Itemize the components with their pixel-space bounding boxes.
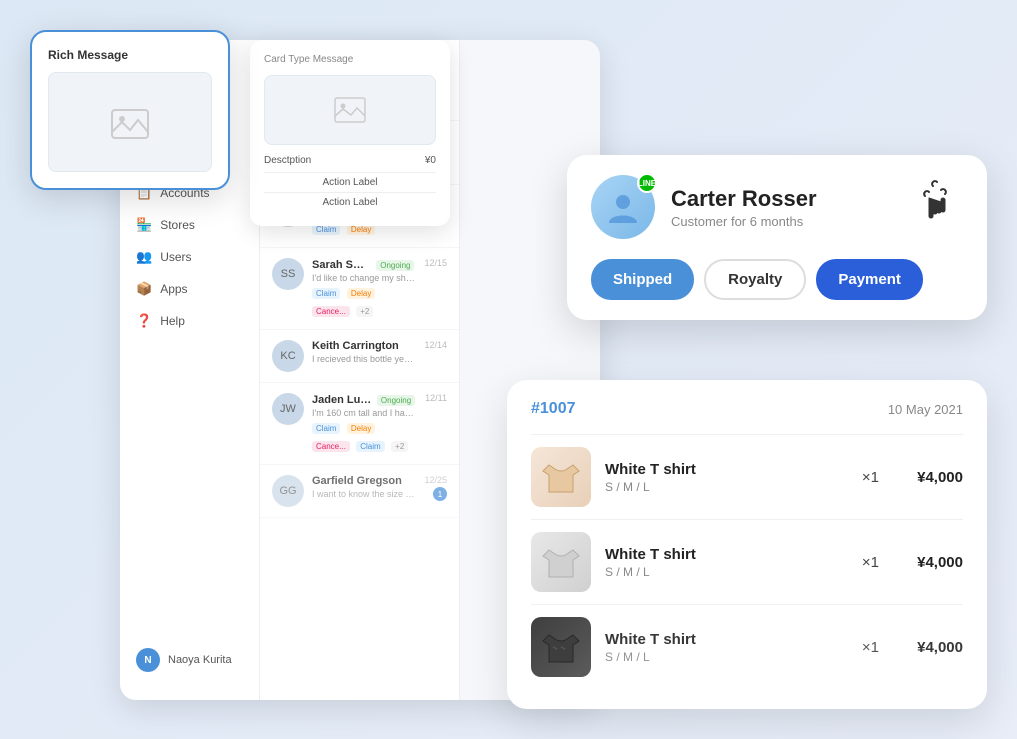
avatar: JW (272, 393, 304, 425)
unread-badge: 1 (433, 487, 447, 501)
apps-icon: 📦 (136, 281, 152, 297)
users-icon: 👥 (136, 249, 152, 265)
order-date: 10 May 2021 (888, 402, 963, 417)
rich-message-card: Rich Message (30, 30, 230, 190)
avatar: N (136, 648, 160, 672)
item-name: White T shirt (605, 461, 848, 478)
sidebar-item-stores[interactable]: 🏪 Stores (120, 209, 259, 241)
person-icon (605, 189, 641, 225)
tag-claim: Claim (312, 288, 340, 299)
rich-message-image (48, 72, 212, 172)
item-price: ¥4,000 (893, 469, 963, 486)
sidebar-item-label-apps: Apps (160, 282, 187, 296)
sidebar-item-help[interactable]: ❓ Help (120, 305, 259, 337)
card-image-placeholder-icon (334, 94, 366, 126)
chat-preview: I want to know the size that th... (312, 489, 416, 499)
item-variants: S / M / L (605, 480, 848, 494)
order-id: #1007 (531, 400, 576, 418)
item-name: White T shirt (605, 631, 848, 648)
chat-preview: I'd like to change my sheet ad... (312, 273, 416, 283)
chat-time: 12/25 (424, 475, 447, 485)
action-label-1[interactable]: Action Label (264, 172, 436, 192)
tag-claim: Claim (312, 423, 340, 434)
chat-preview: I'm 160 cm tall and I have a wi... (312, 408, 417, 418)
sidebar-item-apps[interactable]: 📦 Apps (120, 273, 259, 305)
list-item[interactable]: SS Sarah Smythe Ongoing I'd like to chan… (260, 248, 459, 330)
card-type-image (264, 75, 436, 145)
item-qty: ×1 (862, 554, 879, 571)
customer-since: Customer for 6 months (671, 214, 897, 229)
order-item: White T shirt S / M / L ×1 ¥4,000 (531, 434, 963, 519)
sidebar-item-label-stores: Stores (160, 218, 195, 232)
image-placeholder-icon (110, 102, 150, 142)
item-price: ¥4,000 (893, 554, 963, 571)
list-item[interactable]: KC Keith Carrington I recieved this bott… (260, 330, 459, 383)
sidebar-item-label-users: Users (160, 250, 191, 264)
tag-ongoing: Ongoing (377, 395, 415, 406)
action-buttons: Shipped Royalty Payment (591, 259, 963, 300)
rich-message-title: Rich Message (48, 48, 212, 62)
tag-delay: Delay (347, 288, 375, 299)
avatar: SS (272, 258, 304, 290)
sidebar-user-name: Naoya Kurita (168, 654, 232, 666)
line-badge: LINE (637, 173, 657, 193)
order-item: White T shirt S / M / L ×1 ¥4,000 (531, 519, 963, 604)
chat-name: Jaden Ludovic Willis (312, 394, 373, 406)
sidebar-item-label-help: Help (160, 314, 185, 328)
item-image (531, 447, 591, 507)
item-image (531, 532, 591, 592)
tshirt-icon (541, 457, 581, 497)
item-qty: ×1 (862, 469, 879, 486)
chat-time: 12/15 (424, 258, 447, 268)
chat-name: Sarah Smythe (312, 259, 372, 271)
item-variants: S / M / L (605, 565, 848, 579)
tag-claim2: Claim (356, 441, 384, 452)
avatar: KC (272, 340, 304, 372)
item-qty: ×1 (862, 639, 879, 656)
card-price: ¥0 (425, 155, 436, 166)
cursor-click-icon (913, 178, 963, 236)
customer-avatar: LINE (591, 175, 655, 239)
card-type-title: Card Type Message (264, 54, 436, 65)
chat-name: Garfield Gregson (312, 475, 416, 487)
royalty-button[interactable]: Royalty (704, 259, 806, 300)
chat-preview: I recieved this bottle yesterday... (312, 354, 416, 364)
item-name: White T shirt (605, 546, 848, 563)
tag-more: +2 (356, 306, 373, 317)
tshirt-icon (541, 627, 581, 667)
tshirt-icon (541, 542, 581, 582)
order-item: White T shirt S / M / L ×1 ¥4,000 (531, 604, 963, 689)
chat-time: 12/14 (424, 340, 447, 350)
chat-name: Keith Carrington (312, 340, 416, 352)
action-label-2[interactable]: Action Label (264, 192, 436, 212)
item-price: ¥4,000 (893, 639, 963, 656)
list-item[interactable]: GG Garfield Gregson I want to know the s… (260, 465, 459, 518)
card-type-card: Card Type Message Desctption ¥0 Action L… (250, 40, 450, 226)
main-container: Account 📋 Accounts 🏪 Stores 👥 Users 📦 Ap… (0, 0, 1017, 739)
stores-icon: 🏪 (136, 217, 152, 233)
sidebar-item-users[interactable]: 👥 Users (120, 241, 259, 273)
card-description: Desctption (264, 155, 311, 166)
tag-cancel: Cance... (312, 441, 350, 452)
payment-button[interactable]: Payment (816, 259, 923, 300)
shipped-button[interactable]: Shipped (591, 259, 694, 300)
sidebar-user[interactable]: N Naoya Kurita (120, 640, 260, 680)
tag-more: +2 (391, 441, 408, 452)
chat-time: 12/11 (425, 393, 447, 403)
customer-name: Carter Rosser (671, 186, 897, 212)
avatar: GG (272, 475, 304, 507)
tag-delay: Delay (347, 423, 375, 434)
tag-ongoing: Ongoing (376, 260, 414, 271)
item-variants: S / M / L (605, 650, 848, 664)
customer-card: LINE Carter Rosser Customer for 6 months… (567, 155, 987, 320)
help-icon: ❓ (136, 313, 152, 329)
item-image (531, 617, 591, 677)
order-card: #1007 10 May 2021 White T shirt S / M / … (507, 380, 987, 709)
tag-cancel: Cance... (312, 306, 350, 317)
list-item[interactable]: JW Jaden Ludovic Willis Ongoing I'm 160 … (260, 383, 459, 465)
